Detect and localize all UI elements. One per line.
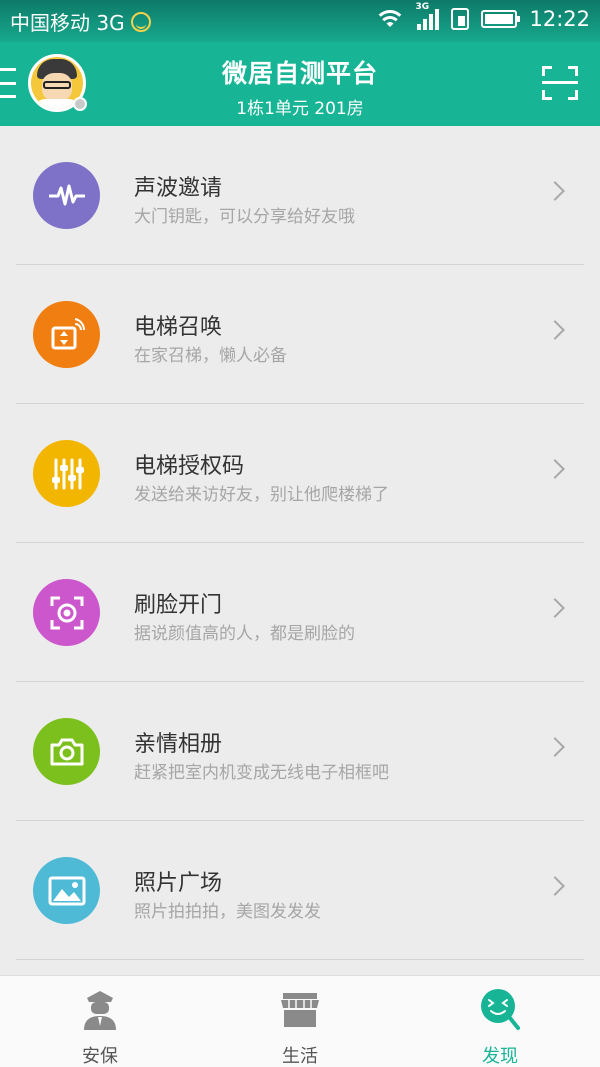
tab-label: 发现 (482, 1046, 518, 1067)
tab-label: 生活 (282, 1046, 318, 1067)
item-title: 电梯授权码 (134, 454, 245, 479)
clock: 12:22 (529, 7, 590, 31)
list-item-face-unlock[interactable]: 刷脸开门 据说颜值高的人，都是刷脸的 (0, 543, 600, 682)
list-item-elevator-call[interactable]: 电梯召唤 在家召梯，懒人必备 (0, 265, 600, 404)
page-title: 微居自测平台 (221, 59, 378, 88)
scan-icon[interactable] (542, 66, 578, 100)
item-title: 照片广场 (134, 871, 223, 896)
item-description: 赶紧把室内机变成无线电子相框吧 (134, 763, 389, 783)
sound-wave-icon (33, 162, 100, 229)
chevron-right-icon (545, 320, 565, 340)
chevron-right-icon (545, 876, 565, 896)
smiley-icon (130, 11, 151, 32)
discover-icon (481, 989, 520, 1030)
tab-label: 安保 (82, 1046, 118, 1067)
elevator-call-icon (33, 301, 100, 368)
face-scan-icon (33, 579, 100, 646)
room-subtitle: 1栋1单元 201房 (236, 99, 364, 119)
battery-icon (481, 10, 521, 28)
chevron-right-icon (545, 737, 565, 757)
list-item-photo-square[interactable]: 照片广场 照片拍拍拍，美图发发发 (0, 821, 600, 960)
item-description: 发送给来访好友，别让他爬楼梯了 (134, 485, 389, 505)
tab-discover[interactable]: 发现 (400, 976, 600, 1067)
camera-icon (33, 718, 100, 785)
image-icon (33, 857, 100, 924)
carrier-label: 中国移动 3G (10, 11, 125, 35)
signal-icon: 3G (415, 2, 440, 30)
sliders-icon (33, 440, 100, 507)
list-item-elevator-auth-code[interactable]: 电梯授权码 发送给来访好友，别让他爬楼梯了 (0, 404, 600, 543)
item-title: 声波邀请 (134, 176, 223, 201)
sim-icon (451, 8, 470, 30)
chevron-right-icon (545, 181, 565, 201)
item-description: 大门钥匙，可以分享给好友哦 (134, 207, 355, 227)
list-item-sound-invite[interactable]: 声波邀请 大门钥匙，可以分享给好友哦 (0, 126, 600, 265)
guard-icon (84, 991, 116, 1030)
chevron-right-icon (545, 459, 565, 479)
item-description: 照片拍拍拍，美图发发发 (134, 902, 321, 922)
wifi-icon (375, 8, 406, 30)
network-tag: 3G (415, 2, 430, 12)
tab-security[interactable]: 安保 (0, 976, 200, 1067)
item-title: 刷脸开门 (134, 593, 223, 618)
item-description: 在家召梯，懒人必备 (134, 346, 287, 366)
divider (16, 959, 584, 960)
list-item-family-album[interactable]: 亲情相册 赶紧把室内机变成无线电子相框吧 (0, 682, 600, 821)
feature-list: 声波邀请 大门钥匙，可以分享给好友哦 电梯召唤 在家召梯，懒人必备 电梯授权码 … (0, 126, 600, 960)
item-title: 电梯召唤 (134, 315, 223, 340)
shop-icon (281, 993, 319, 1027)
chevron-right-icon (545, 598, 565, 618)
item-title: 亲情相册 (134, 732, 223, 757)
status-bar: 中国移动 3G 3G 12:22 (0, 0, 600, 42)
tab-life[interactable]: 生活 (200, 976, 400, 1067)
item-description: 据说颜值高的人，都是刷脸的 (134, 624, 355, 644)
app-header: 微居自测平台 1栋1单元 201房 (0, 42, 600, 126)
bottom-tab-bar: 安保 生活 发现 (0, 975, 600, 1067)
